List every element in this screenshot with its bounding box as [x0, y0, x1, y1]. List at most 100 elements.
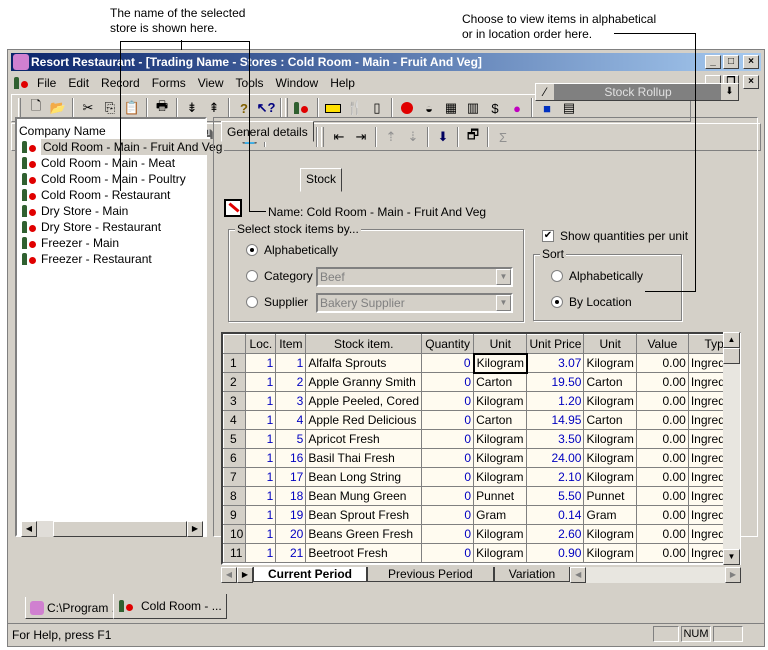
sheet-tab-previous-period[interactable]: Previous Period: [367, 567, 494, 582]
grid-cell[interactable]: Kilogram: [473, 429, 528, 449]
dropdown-arrow-icon[interactable]: ▼: [496, 269, 511, 285]
tree-item[interactable]: Cold Room - Main - Meat: [21, 155, 175, 171]
grid-cell[interactable]: 4: [275, 410, 307, 430]
grid-cell[interactable]: Apricot Fresh: [305, 429, 423, 449]
help-icon[interactable]: ?: [233, 97, 255, 119]
grid-cell[interactable]: Kilogram: [583, 448, 637, 468]
column-header[interactable]: Loc.: [245, 334, 277, 354]
grid-cell[interactable]: Kilogram: [473, 391, 528, 411]
grid-cell[interactable]: 2: [275, 372, 307, 392]
grid-cell[interactable]: 0: [421, 505, 475, 525]
grid-cell[interactable]: Carton: [583, 372, 637, 392]
grid-cell[interactable]: 0.00: [635, 372, 689, 392]
grid-cell[interactable]: 3: [275, 391, 307, 411]
container-icon[interactable]: [322, 97, 344, 119]
column-header[interactable]: Item: [275, 334, 307, 354]
apple-icon[interactable]: [396, 97, 418, 119]
grid-cell[interactable]: 16: [275, 448, 307, 468]
sheet-tab-variation[interactable]: Variation: [493, 567, 571, 582]
doc-tab-cold-room[interactable]: Cold Room - ...: [113, 594, 227, 619]
row-header[interactable]: 4: [223, 410, 247, 430]
grid-cell[interactable]: 0: [421, 524, 475, 544]
sheet-next-button[interactable]: ▶: [237, 566, 253, 583]
doc-tab-program[interactable]: C:\Program ...: [25, 597, 127, 619]
grid-cell[interactable]: 2.10: [526, 467, 585, 487]
scroll-thumb[interactable]: [723, 348, 740, 364]
row-header[interactable]: 3: [223, 391, 247, 411]
grid-cell[interactable]: 0.00: [635, 524, 689, 544]
grid-cell[interactable]: Carton: [473, 372, 528, 392]
column-header[interactable]: Unit: [583, 334, 637, 354]
grid-cell[interactable]: 19.50: [526, 372, 585, 392]
toolbar-grip[interactable]: [18, 98, 21, 118]
grid-cell[interactable]: 1: [275, 353, 307, 373]
scroll-right-button[interactable]: ▶: [187, 521, 203, 537]
grid-cell[interactable]: 1: [245, 372, 277, 392]
grid-cell[interactable]: 1: [245, 543, 277, 563]
grid-cell[interactable]: Kilogram: [473, 543, 528, 563]
grid-cell[interactable]: 1: [245, 391, 277, 411]
table-row[interactable]: 10 1 20 Beans Green Fresh 0 Kilogram 2.60 Kilog…: [223, 524, 739, 544]
table-row[interactable]: 5 1 5 Apricot Fresh 0 Kilogram 3.50 Kilogram 0.0…: [223, 429, 739, 449]
row-header[interactable]: 1: [223, 353, 247, 373]
row-header[interactable]: 8: [223, 486, 247, 506]
dropdown-arrow-icon[interactable]: ▼: [496, 295, 511, 311]
row-header[interactable]: 9: [223, 505, 247, 525]
grid-cell[interactable]: 1: [245, 429, 277, 449]
grid-cell[interactable]: 0: [421, 391, 475, 411]
grid-cell[interactable]: Kilogram: [583, 467, 637, 487]
radio-category[interactable]: Category: [246, 269, 313, 283]
grid-cell[interactable]: 0.00: [635, 410, 689, 430]
column-header[interactable]: Unit: [473, 334, 528, 354]
calendar-icon[interactable]: ▦: [440, 97, 462, 119]
grid-cell[interactable]: 0: [421, 486, 475, 506]
table-row[interactable]: 1 1 1 Alfalfa Sprouts 0 Kilogram 3.07 Kilogram 0…: [223, 352, 739, 374]
grid-cell[interactable]: 5.50: [526, 486, 585, 506]
tree-root[interactable]: Company Name: [19, 123, 106, 139]
bowl-icon[interactable]: ◒: [418, 97, 440, 119]
grid-cell[interactable]: Punnet: [473, 486, 528, 506]
scroll-thumb[interactable]: [53, 521, 187, 537]
sort-radio-alphabetically[interactable]: Alphabetically: [551, 269, 643, 283]
grid-cell[interactable]: 0.00: [635, 429, 689, 449]
edit-name-button[interactable]: [224, 199, 242, 217]
tree-item[interactable]: Dry Store - Main: [21, 203, 128, 219]
menu-window[interactable]: Window: [270, 76, 325, 90]
table-row[interactable]: 7 1 17 Bean Long String 0 Kilogram 2.10 Kilogra…: [223, 467, 739, 487]
grid-cell[interactable]: Kilogram: [583, 391, 637, 411]
open-icon[interactable]: 📂: [47, 97, 69, 119]
balloons-icon[interactable]: ●: [506, 97, 528, 119]
mdi-close-button[interactable]: ×: [743, 75, 759, 89]
grid-cell[interactable]: 1: [245, 505, 277, 525]
radio-supplier[interactable]: Supplier: [246, 295, 308, 309]
grid-cell[interactable]: Kilogram: [473, 524, 528, 544]
grid-cell[interactable]: 17: [275, 467, 307, 487]
tree-item[interactable]: Cold Room - Main - Poultry: [21, 171, 186, 187]
grid-cell[interactable]: 1: [245, 353, 277, 373]
show-quantities-checkbox[interactable]: ✔ Show quantities per unit: [542, 229, 688, 243]
grid-cell[interactable]: 1: [245, 486, 277, 506]
sheet-tab-current-period[interactable]: Current Period: [253, 567, 368, 582]
dropdown-arrow-icon[interactable]: ⬇: [721, 84, 738, 100]
grid-cell[interactable]: 0.90: [526, 543, 585, 563]
category-select[interactable]: Beef ▼: [316, 267, 513, 287]
grid-cell[interactable]: 0: [421, 353, 475, 373]
grid-cell[interactable]: 0.00: [635, 353, 689, 373]
grid-cell[interactable]: 0.00: [635, 543, 689, 563]
tree-item[interactable]: Cold Room - Restaurant: [21, 187, 170, 203]
menu-edit[interactable]: Edit: [62, 76, 95, 90]
tab-stock[interactable]: Stock: [300, 168, 343, 192]
column-header[interactable]: Quantity: [421, 334, 475, 354]
grid-cell[interactable]: Carton: [473, 410, 528, 430]
column-header[interactable]: Unit Price: [526, 334, 585, 354]
grid-cell[interactable]: Beetroot Fresh: [305, 543, 423, 563]
table-row[interactable]: 11 1 21 Beetroot Fresh 0 Kilogram 0.90 Kilogram…: [223, 543, 739, 563]
print-icon[interactable]: 🖶: [151, 97, 173, 119]
grid-cell[interactable]: 0.00: [635, 467, 689, 487]
table-row[interactable]: 4 1 4 Apple Red Delicious 0 Carton 14.95 Carton…: [223, 410, 739, 430]
row-header[interactable]: 2: [223, 372, 247, 392]
grid-cell[interactable]: Gram: [583, 505, 637, 525]
grid-cell[interactable]: Carton: [583, 410, 637, 430]
scroll-down-button[interactable]: ▼: [723, 549, 740, 565]
table-row[interactable]: 9 1 19 Bean Sprout Fresh 0 Gram 0.14 Gram 0.00 In…: [223, 505, 739, 525]
